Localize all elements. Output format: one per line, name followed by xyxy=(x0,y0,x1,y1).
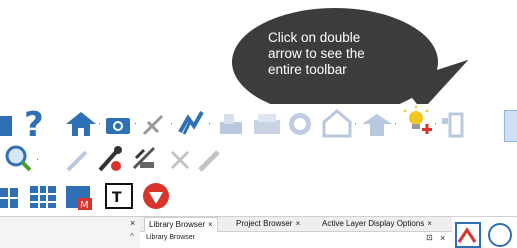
tab-library-browser[interactable]: Library Browser × xyxy=(144,217,218,232)
chevron-down-icon[interactable]: · xyxy=(354,118,357,128)
print-icon[interactable] xyxy=(216,110,246,138)
callout-line-2: arrow to see the xyxy=(268,46,365,61)
close-icon[interactable]: × xyxy=(440,233,445,243)
callout-line-3: entire toolbar xyxy=(268,62,347,77)
text-icon[interactable]: T xyxy=(104,182,134,212)
chevron-down-icon[interactable]: · xyxy=(170,118,173,128)
scroll-up-icon[interactable]: ^ xyxy=(130,232,134,241)
tab-label: Project Browser xyxy=(236,219,293,228)
tab-label: Library Browser xyxy=(149,220,206,229)
circle-icon[interactable] xyxy=(487,222,513,248)
graph-icon[interactable] xyxy=(176,108,208,138)
record-icon[interactable] xyxy=(286,110,316,138)
overflow-double-arrow-icon[interactable] xyxy=(504,110,517,142)
library-browser-panel: Library Browser ⊡ × xyxy=(140,232,452,248)
eyedropper-icon[interactable] xyxy=(64,146,92,174)
tab-project-browser[interactable]: Project Browser × xyxy=(232,217,304,231)
material-icon[interactable]: M xyxy=(64,182,94,212)
printer-icon[interactable] xyxy=(252,110,282,138)
toolbar-row-1: ? · · · · · · · xyxy=(0,104,517,144)
library-icon[interactable] xyxy=(28,182,58,212)
svg-text:M: M xyxy=(80,200,89,211)
toolbar-row-3: M T xyxy=(0,178,200,218)
house-frame-icon[interactable] xyxy=(360,110,394,138)
close-icon[interactable]: × xyxy=(427,219,432,228)
zoom-icon[interactable] xyxy=(4,144,34,174)
tab-active-layer-display-options[interactable]: Active Layer Display Options × xyxy=(318,217,436,231)
grid-icon[interactable] xyxy=(0,184,22,212)
ruler-icon[interactable] xyxy=(166,146,194,174)
chevron-down-icon[interactable]: · xyxy=(434,118,437,128)
toolbar-row-2: · xyxy=(0,140,240,180)
close-icon[interactable]: × xyxy=(130,218,135,228)
panel-title: Library Browser xyxy=(146,234,196,241)
close-icon[interactable]: × xyxy=(295,219,300,228)
chevron-down-icon[interactable]: · xyxy=(208,118,211,128)
tab-strip: Library Browser × Project Browser × Active… xyxy=(140,217,452,232)
measure-icon[interactable] xyxy=(140,110,170,138)
elevation-icon[interactable] xyxy=(455,222,481,248)
right-toolbar xyxy=(453,222,517,248)
pencil-icon[interactable] xyxy=(196,146,224,174)
svg-text:T: T xyxy=(112,190,122,206)
light-bulb-icon[interactable] xyxy=(400,106,434,140)
chevron-down-icon[interactable]: · xyxy=(394,118,397,128)
pin-icon[interactable]: ⊡ xyxy=(426,233,433,242)
help-icon[interactable]: ? xyxy=(22,106,52,140)
chevron-down-icon[interactable]: · xyxy=(134,118,137,128)
tab-label: Active Layer Display Options xyxy=(322,219,425,228)
paint-icon[interactable] xyxy=(96,144,126,174)
door-icon[interactable] xyxy=(440,110,470,138)
home-icon[interactable] xyxy=(64,110,98,138)
left-panel: × ^ xyxy=(0,217,141,248)
partial-icon[interactable] xyxy=(0,110,18,138)
svg-text:?: ? xyxy=(24,106,44,140)
callout-line-1: Click on double xyxy=(268,30,361,45)
chevron-down-icon[interactable]: · xyxy=(98,118,101,128)
callout-text: Click on double arrow to see the entire … xyxy=(268,30,418,78)
chevron-down-icon[interactable]: · xyxy=(36,154,39,164)
render-icon[interactable] xyxy=(140,180,174,212)
close-icon[interactable]: × xyxy=(208,220,213,229)
camera-icon[interactable] xyxy=(104,110,134,138)
house-outline-icon[interactable] xyxy=(320,108,354,138)
magic-icon[interactable] xyxy=(130,144,160,174)
